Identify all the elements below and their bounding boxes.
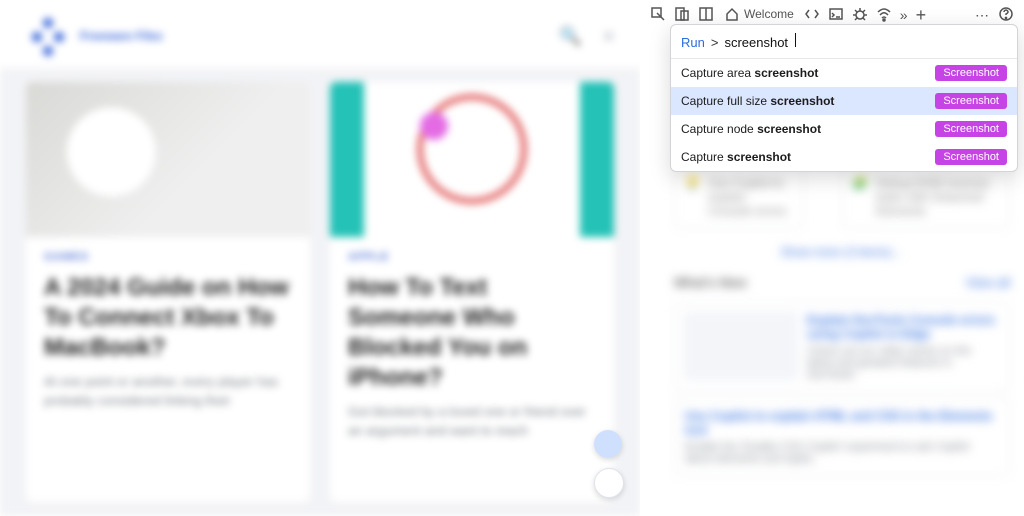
device-icon[interactable]: [674, 6, 690, 25]
page-fab: [594, 430, 624, 498]
kebab-icon[interactable]: ⋯: [975, 7, 990, 24]
share-fab[interactable]: [594, 468, 624, 498]
category-badge: Screenshot: [935, 121, 1007, 137]
category-badge: Screenshot: [935, 149, 1007, 165]
more-tabs-icon[interactable]: »: [900, 7, 908, 23]
article-excerpt: At one point or another, every player ha…: [44, 373, 292, 411]
category-badge: Screenshot: [935, 65, 1007, 81]
command-palette: Run >screenshot Capture area screenshotS…: [670, 24, 1018, 172]
search-icon[interactable]: 🔍: [559, 26, 581, 47]
bug-icon[interactable]: [852, 6, 868, 25]
elements-icon[interactable]: [804, 6, 820, 25]
article-card[interactable]: APPLE How To Text Someone Who Blocked Yo…: [330, 82, 614, 502]
console-icon[interactable]: [828, 6, 844, 25]
article-thumb: [330, 82, 614, 237]
article-thumb: [26, 82, 310, 237]
tab-welcome[interactable]: Welcome: [722, 4, 796, 26]
devtools-tabstrip: Welcome » + ⋯: [650, 4, 1014, 26]
article-title[interactable]: A 2024 Guide on How To Connect Xbox To M…: [44, 273, 292, 363]
article-card[interactable]: GAMES A 2024 Guide on How To Connect Xbo…: [26, 82, 310, 502]
article-title[interactable]: How To Text Someone Who Blocked You on i…: [348, 273, 596, 393]
help-icon[interactable]: [998, 6, 1014, 25]
menu-icon[interactable]: ≡: [603, 26, 614, 47]
palette-option[interactable]: Capture screenshotScreenshot: [671, 143, 1017, 171]
palette-option[interactable]: Capture area screenshotScreenshot: [671, 59, 1017, 87]
site-logo: Freeware Filez: [26, 14, 163, 58]
command-input[interactable]: Run >screenshot: [671, 25, 1017, 59]
article-excerpt: Got blocked by a loved one or friend ove…: [348, 403, 596, 441]
article-kicker: APPLE: [348, 251, 596, 263]
palette-option[interactable]: Capture node screenshotScreenshot: [671, 115, 1017, 143]
category-badge: Screenshot: [935, 93, 1007, 109]
add-tab-icon[interactable]: +: [916, 6, 927, 24]
network-icon[interactable]: [876, 6, 892, 25]
inspect-icon[interactable]: [650, 6, 666, 25]
dock-icon[interactable]: [698, 6, 714, 25]
article-kicker: GAMES: [44, 251, 292, 263]
palette-option-active[interactable]: Capture full size screenshotScreenshot: [671, 87, 1017, 115]
chat-fab[interactable]: [594, 430, 622, 458]
